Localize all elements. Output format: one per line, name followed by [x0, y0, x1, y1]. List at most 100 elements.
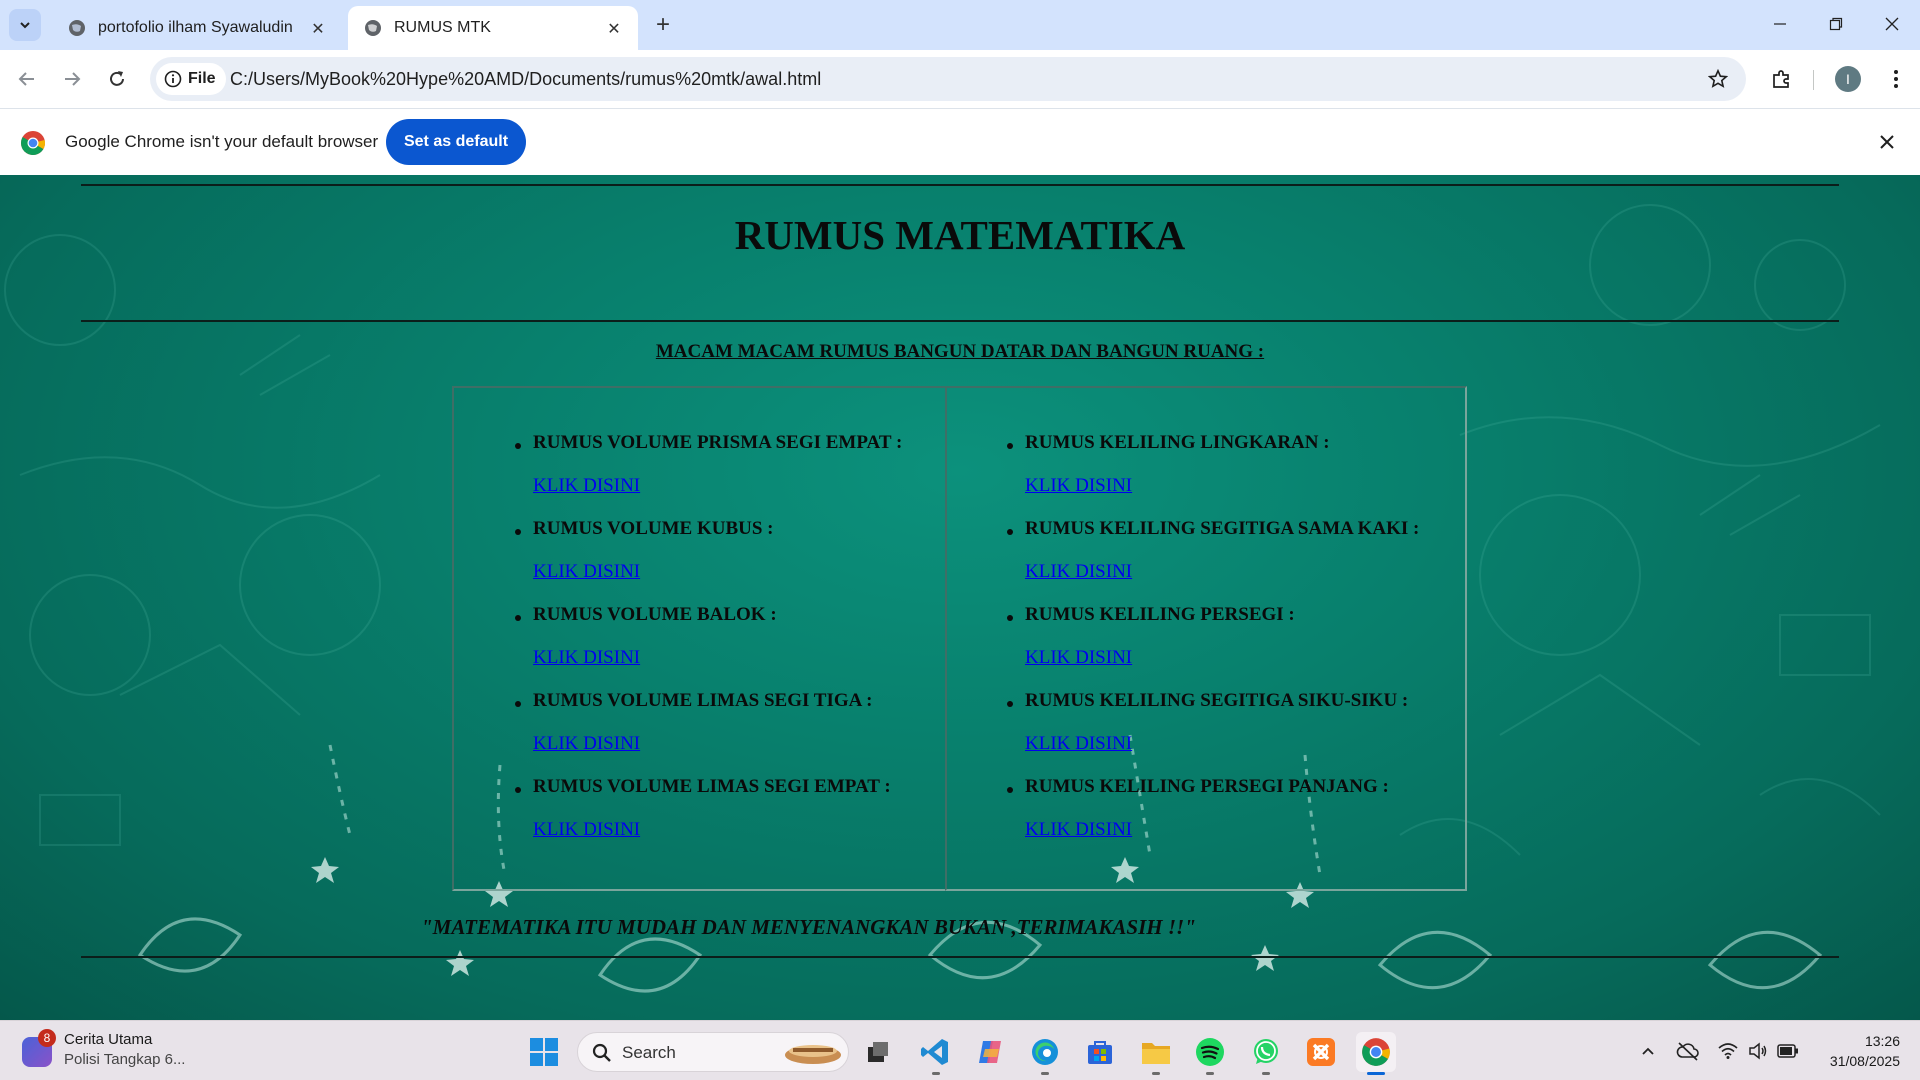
formula-link[interactable]: KLIK DISINI: [533, 819, 640, 841]
formula-label: RUMUS VOLUME BALOK :: [533, 604, 777, 625]
infobar-close-button[interactable]: [1874, 129, 1900, 155]
infobar-message: Google Chrome isn't your default browser: [65, 132, 379, 151]
system-clock[interactable]: 13:26 31/08/2025: [1810, 1031, 1900, 1071]
copilot-button[interactable]: [970, 1032, 1010, 1072]
restore-button[interactable]: [1808, 0, 1864, 48]
vscode-button[interactable]: [915, 1032, 955, 1072]
formula-link[interactable]: KLIK DISINI: [1025, 475, 1132, 497]
forward-button[interactable]: [55, 62, 89, 96]
spotify-button[interactable]: [1190, 1032, 1230, 1072]
list-item: RUMUS VOLUME BALOK : KLIK DISINI: [515, 604, 902, 690]
running-indicator: [1041, 1072, 1049, 1075]
formula-label: RUMUS VOLUME LIMAS SEGI TIGA :: [533, 690, 873, 711]
more-vertical-icon: [1894, 70, 1898, 88]
formula-link[interactable]: KLIK DISINI: [1025, 819, 1132, 841]
bullet: [515, 701, 521, 707]
formula-label: RUMUS VOLUME PRISMA SEGI EMPAT :: [533, 432, 903, 453]
close-tab-icon[interactable]: ✕: [602, 16, 626, 40]
globe-icon: [365, 20, 381, 36]
tab-search-button[interactable]: [9, 9, 41, 41]
reload-icon: [110, 71, 124, 86]
close-icon: [1880, 135, 1894, 149]
list-item: RUMUS VOLUME LIMAS SEGI TIGA : KLIK DISIN…: [515, 690, 902, 776]
formula-link[interactable]: KLIK DISINI: [1025, 733, 1132, 755]
formula-table: RUMUS VOLUME PRISMA SEGI EMPAT : KLIK DIS…: [452, 386, 1467, 891]
bullet: [1007, 529, 1013, 535]
clock-date: 31/08/2025: [1829, 1053, 1900, 1069]
taskbar-search[interactable]: Search: [577, 1032, 849, 1072]
reload-button[interactable]: [100, 62, 134, 96]
formula-label: RUMUS VOLUME LIMAS SEGI EMPAT :: [533, 776, 891, 797]
volume-tray-button[interactable]: [1746, 1039, 1770, 1063]
running-indicator-active: [1367, 1072, 1385, 1075]
spotify-icon: [1196, 1038, 1224, 1066]
task-view-icon: [868, 1042, 888, 1062]
show-hidden-icons-button[interactable]: [1636, 1039, 1660, 1063]
clock-time: 13:26: [1864, 1033, 1900, 1049]
formula-link[interactable]: KLIK DISINI: [1025, 647, 1132, 669]
start-button[interactable]: [524, 1032, 564, 1072]
news-title: Cerita Utama: [64, 1031, 153, 1048]
store-button[interactable]: [1080, 1032, 1120, 1072]
battery-icon: [1777, 1044, 1798, 1058]
close-window-button[interactable]: [1864, 0, 1920, 48]
section-subtitle: MACAM MACAM RUMUS BANGUN DATAR DAN BANGU…: [655, 341, 1265, 362]
news-subtitle: Polisi Tangkap 6...: [64, 1051, 186, 1068]
wifi-tray-button[interactable]: [1716, 1039, 1740, 1063]
star-icon: [1708, 69, 1728, 88]
extensions-button[interactable]: [1766, 63, 1798, 95]
top-divider: [81, 184, 1839, 186]
browser-toolbar: File C:/Users/MyBook%20Hype%20AMD/Docume…: [0, 50, 1920, 108]
profile-avatar[interactable]: I: [1835, 66, 1861, 92]
volume-list: RUMUS VOLUME PRISMA SEGI EMPAT : KLIK DIS…: [515, 432, 903, 862]
speaker-icon: [1749, 1042, 1767, 1060]
bottom-divider: [81, 956, 1839, 958]
xampp-button[interactable]: [1301, 1032, 1341, 1072]
file-explorer-button[interactable]: [1136, 1032, 1176, 1072]
list-item: RUMUS KELILING LINGKARAN : KLIK DISINI: [1007, 432, 1419, 518]
table-cell-keliling: RUMUS KELILING LINGKARAN : KLIK DISINI RU…: [945, 386, 1467, 891]
back-button[interactable]: [10, 62, 44, 96]
bullet: [1007, 787, 1013, 793]
page-title: RUMUS MATEMATIKA: [734, 212, 1186, 258]
bookmark-button[interactable]: [1706, 67, 1730, 91]
site-info-chip[interactable]: File: [156, 63, 226, 95]
whatsapp-button[interactable]: [1246, 1032, 1286, 1072]
formula-link[interactable]: KLIK DISINI: [533, 561, 640, 583]
new-tab-button[interactable]: +: [650, 11, 676, 38]
search-icon: [592, 1043, 611, 1062]
minimize-button[interactable]: [1752, 0, 1808, 48]
formula-label: RUMUS KELILING SEGITIGA SAMA KAKI :: [1025, 518, 1420, 539]
search-highlight-image: [785, 1045, 841, 1064]
bullet: [515, 615, 521, 621]
chrome-taskbar-button[interactable]: [1356, 1032, 1396, 1072]
close-tab-icon[interactable]: ✕: [306, 16, 330, 40]
formula-link[interactable]: KLIK DISINI: [533, 475, 640, 497]
tab-rumus-mtk[interactable]: RUMUS MTK ✕: [348, 6, 638, 50]
list-item: RUMUS KELILING SEGITIGA SAMA KAKI : KLIK …: [1007, 518, 1420, 604]
running-indicator: [1206, 1072, 1214, 1075]
keliling-list: RUMUS KELILING LINGKARAN : KLIK DISINI RU…: [1007, 432, 1420, 862]
vscode-icon: [921, 1039, 948, 1065]
tab-portfolio[interactable]: portofolio ilham Syawaludin ✕: [52, 6, 342, 50]
battery-tray-button[interactable]: [1776, 1039, 1800, 1063]
close-icon: [1885, 17, 1899, 31]
wifi-icon: [1718, 1043, 1738, 1059]
onedrive-tray-button[interactable]: [1676, 1039, 1700, 1063]
start-icon: [530, 1038, 558, 1066]
formula-label: RUMUS VOLUME KUBUS :: [533, 518, 774, 539]
menu-button[interactable]: [1880, 63, 1912, 95]
list-item: RUMUS VOLUME PRISMA SEGI EMPAT : KLIK DIS…: [515, 432, 903, 518]
address-bar[interactable]: File C:/Users/MyBook%20Hype%20AMD/Docume…: [150, 57, 1746, 101]
formula-link[interactable]: KLIK DISINI: [533, 647, 640, 669]
task-view-button[interactable]: [858, 1032, 898, 1072]
scheme-label: File: [188, 70, 216, 87]
url-text[interactable]: C:/Users/MyBook%20Hype%20AMD/Documents/r…: [230, 69, 821, 90]
set-default-button[interactable]: Set as default: [386, 119, 526, 165]
arrow-right-icon: [65, 72, 81, 86]
formula-link[interactable]: KLIK DISINI: [533, 733, 640, 755]
tab-strip: portofolio ilham Syawaludin ✕ RUMUS MTK …: [0, 0, 1920, 50]
formula-link[interactable]: KLIK DISINI: [1025, 561, 1132, 583]
bullet: [1007, 701, 1013, 707]
edge-button[interactable]: [1025, 1032, 1065, 1072]
